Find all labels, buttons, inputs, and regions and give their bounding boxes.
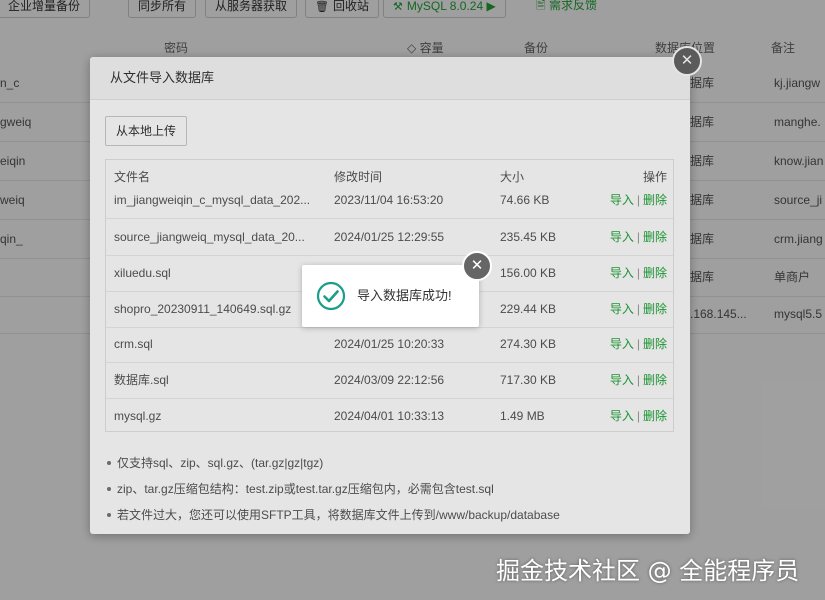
- watermark: 掘金技术社区 @ 全能程序员: [496, 557, 800, 585]
- success-toast: 导入数据库成功!: [302, 265, 479, 327]
- success-check-icon: [316, 281, 346, 311]
- toast-close-button[interactable]: ✕: [462, 251, 492, 281]
- toast-message: 导入数据库成功!: [357, 288, 452, 303]
- close-icon: ✕: [470, 257, 484, 274]
